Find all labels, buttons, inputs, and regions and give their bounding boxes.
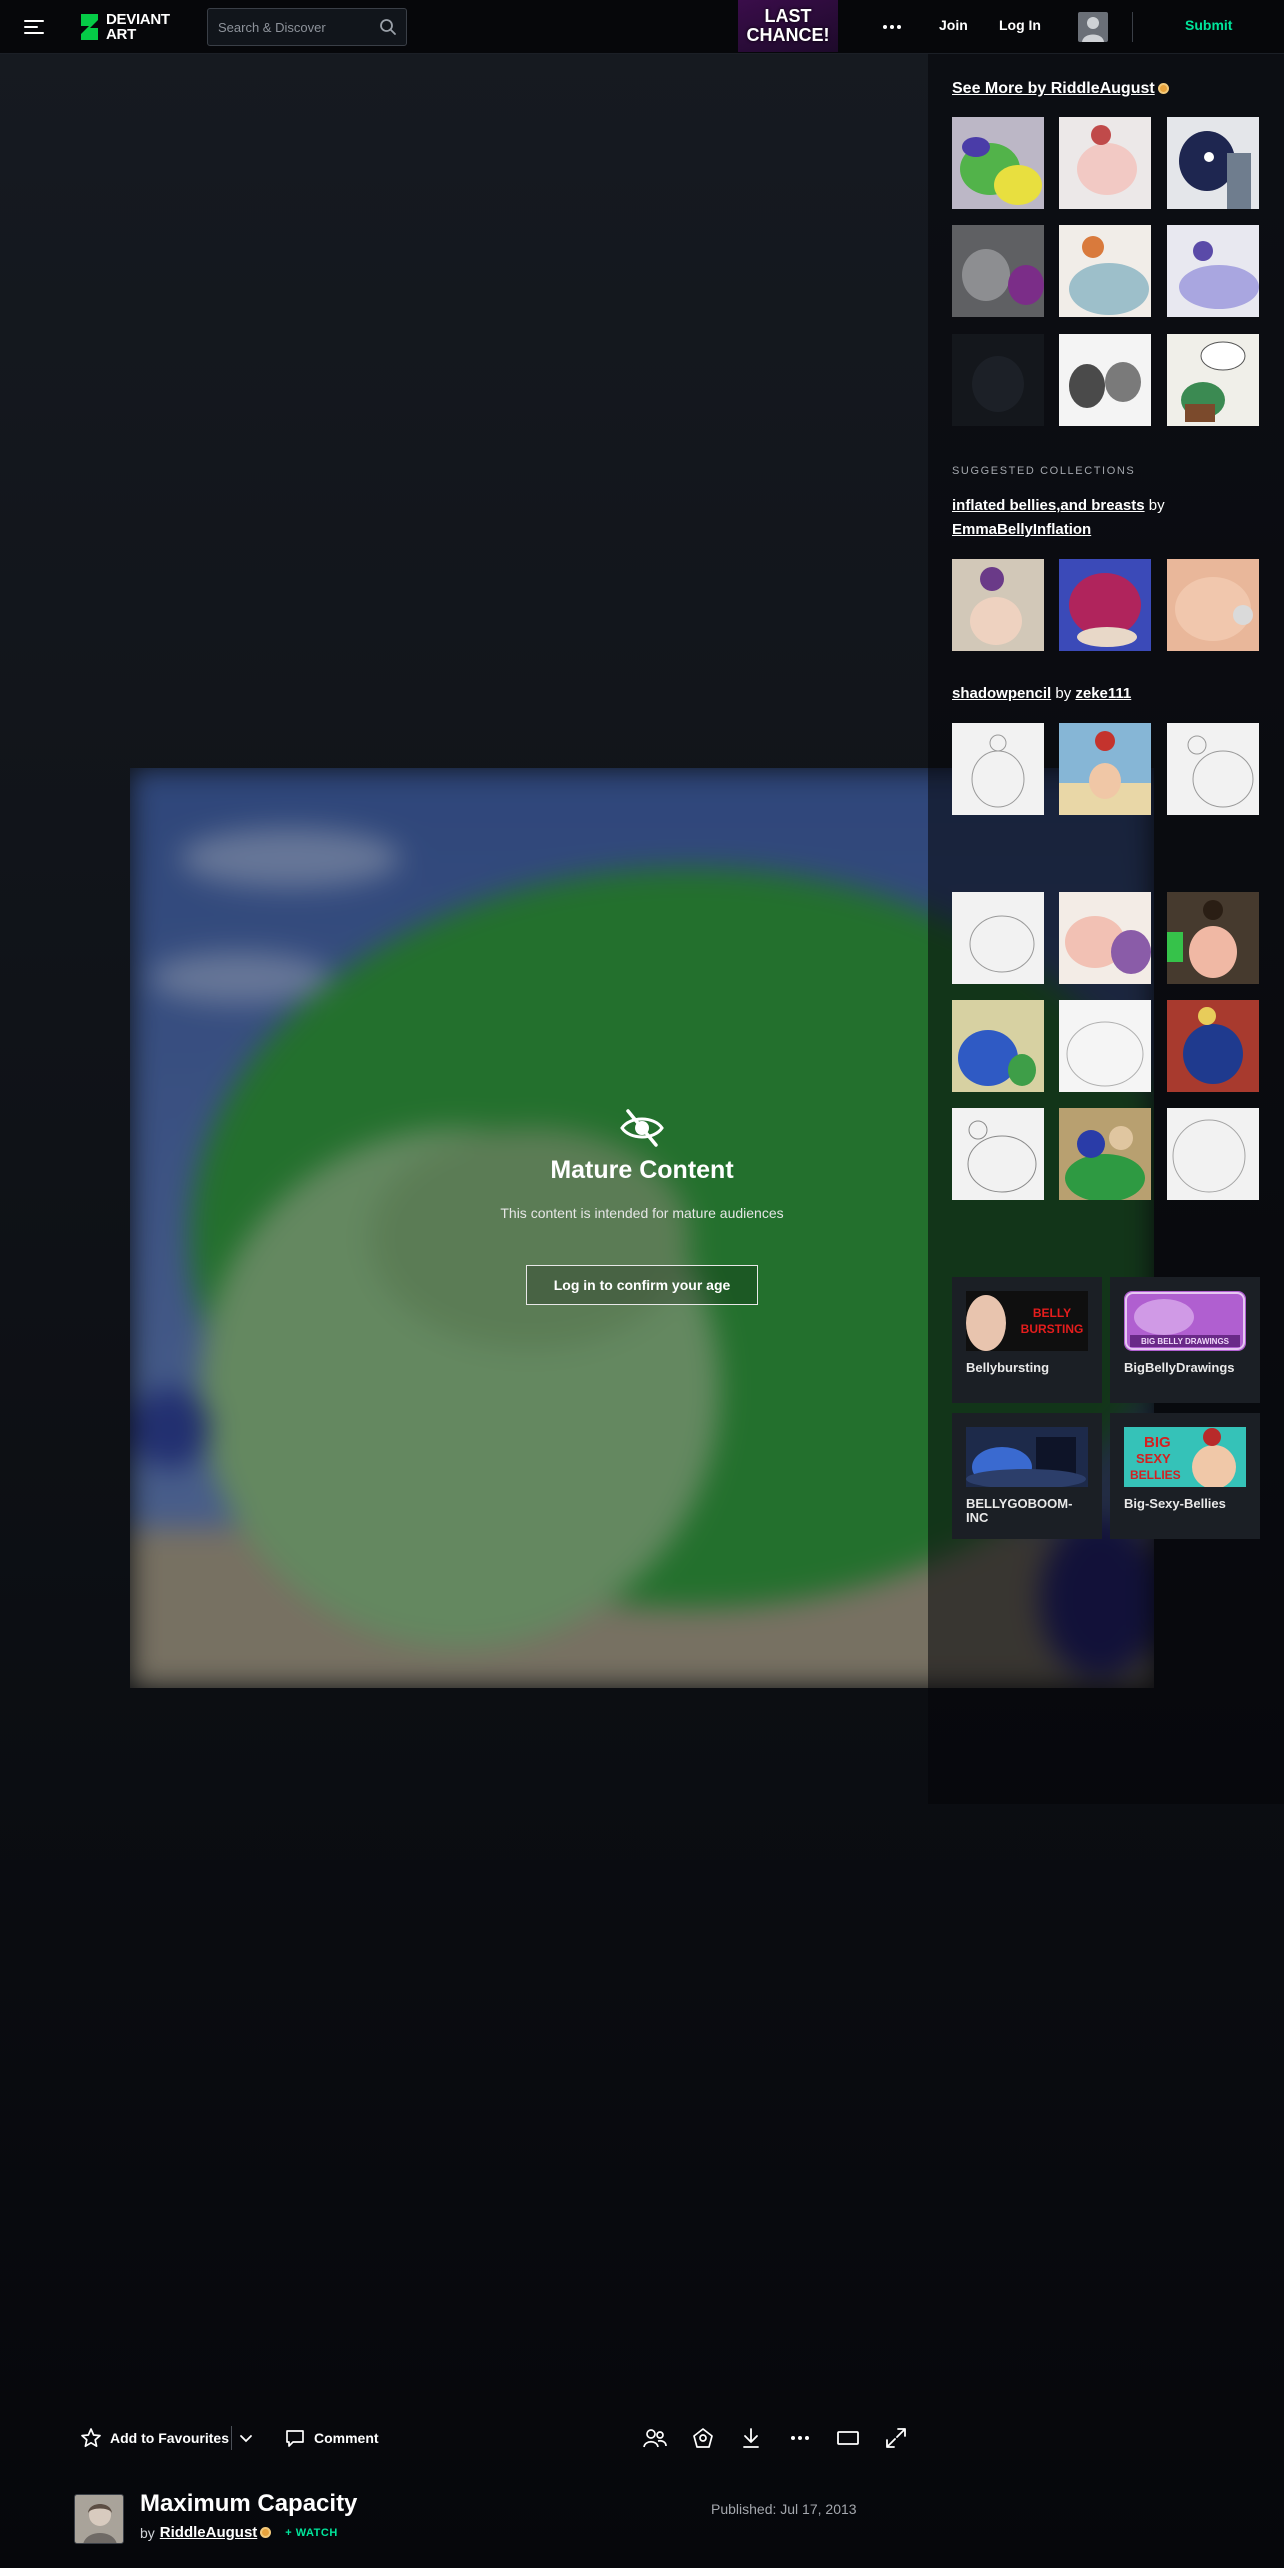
see-more-by-author-link[interactable]: See More by RiddleAugust [952, 80, 1169, 98]
group-thumbnail: BIG BELLY DRAWINGS [1124, 1291, 1246, 1351]
comment-button[interactable]: Comment [284, 2426, 379, 2450]
more-actions-icon[interactable] [788, 2426, 812, 2450]
more-by-thumbnail[interactable] [1059, 117, 1151, 209]
group-card-bellygoboom-inc[interactable]: BELLYGOBOOM-INC [952, 1413, 1102, 1539]
group-thumbnail [966, 1427, 1088, 1487]
collection-thumbnail[interactable] [1167, 892, 1259, 984]
group-card-bigbellydrawings[interactable]: BIG BELLY DRAWINGS BigBellyDrawings [1110, 1277, 1260, 1403]
group-thumb-text: BIG BELLY DRAWINGS [1141, 1337, 1230, 1346]
deviation-byline: by RiddleAugust + WATCH [140, 2524, 338, 2541]
add-to-favourites-label: Add to Favourites [110, 2430, 230, 2446]
share-with-watchers-icon[interactable] [643, 2426, 667, 2450]
more-options-icon[interactable] [880, 16, 904, 38]
more-by-thumbnail[interactable] [952, 117, 1044, 209]
more-by-thumbnail[interactable] [1167, 117, 1259, 209]
user-avatar-placeholder-icon[interactable] [1078, 12, 1108, 42]
hamburger-menu-icon[interactable] [24, 17, 46, 37]
group-name: BigBellyDrawings [1124, 1360, 1235, 1375]
group-thumbnail: BELLY BURSTING [966, 1291, 1088, 1351]
group-thumb-text: BURSTING [1021, 1322, 1084, 1336]
collection-by: by [1148, 497, 1165, 514]
collection-name-link[interactable]: inflated bellies,and breasts [952, 497, 1145, 514]
collection-thumbnail[interactable] [1167, 723, 1259, 815]
collection-author-link[interactable]: EmmaBellyInflation [952, 521, 1091, 538]
core-member-badge-icon [260, 2527, 272, 2538]
topbar-divider [1132, 12, 1133, 42]
logo-line-2: ART [106, 26, 136, 43]
collection-thumbnail[interactable] [1167, 1000, 1259, 1092]
author-avatar[interactable] [74, 2494, 124, 2544]
group-thumb-text: SEXY [1136, 1451, 1171, 1466]
more-by-thumbnail[interactable] [1059, 334, 1151, 426]
deviation-title: Maximum Capacity [140, 2490, 358, 2517]
collection-title: inflated bellies,and breasts by EmmaBell… [952, 494, 1272, 542]
collection-thumbnail[interactable] [952, 559, 1044, 651]
collection-thumbnail[interactable] [1059, 892, 1151, 984]
more-by-thumbnail[interactable] [952, 225, 1044, 317]
more-by-thumbnail[interactable] [1059, 225, 1151, 317]
more-by-thumbnail[interactable] [1167, 334, 1259, 426]
collection-thumbnail[interactable] [1167, 1108, 1259, 1200]
comment-label: Comment [314, 2430, 379, 2446]
byline-by: by [140, 2524, 155, 2541]
author-name-link[interactable]: RiddleAugust [160, 2524, 258, 2541]
chevron-down-icon[interactable] [238, 2430, 254, 2446]
deviation-action-bar: Add to Favourites Comment [0, 2418, 928, 2458]
more-by-thumbnail[interactable] [1167, 225, 1259, 317]
see-more-label: See More by RiddleAugust [952, 80, 1155, 97]
collection-thumbnail[interactable] [1059, 559, 1151, 651]
collection-thumbnail[interactable] [1059, 1108, 1151, 1200]
confirm-age-login-button[interactable]: Log in to confirm your age [526, 1265, 758, 1305]
add-to-favourites-button[interactable]: Add to Favourites [80, 2426, 229, 2450]
collection-thumbnail[interactable] [952, 723, 1044, 815]
eye-slash-icon [620, 1109, 664, 1147]
collection-thumbnail[interactable] [1059, 1000, 1151, 1092]
theatre-mode-icon[interactable] [836, 2426, 860, 2450]
group-thumb-text: BIG [1144, 1434, 1171, 1451]
group-thumb-text: BELLIES [1130, 1468, 1181, 1482]
collection-thumbnail[interactable] [952, 1108, 1044, 1200]
group-card-big-sexy-bellies[interactable]: BIG SEXY BELLIES Big-Sexy-Bellies [1110, 1413, 1260, 1539]
group-name: Big-Sexy-Bellies [1124, 1496, 1226, 1511]
core-member-badge-icon [1157, 83, 1169, 94]
collection-thumbnail[interactable] [1167, 559, 1259, 651]
collection-title: shadowpencil by zeke111 [952, 682, 1272, 706]
collection-by: by [1055, 685, 1072, 702]
logo-text: DEVIANT ART [106, 12, 170, 42]
join-link[interactable]: Join [939, 17, 968, 33]
group-thumbnail: BIG SEXY BELLIES [1124, 1427, 1246, 1487]
deviantart-logo-icon [81, 14, 98, 40]
login-link[interactable]: Log In [999, 17, 1041, 33]
fullscreen-expand-icon[interactable] [884, 2426, 908, 2450]
comment-icon [286, 2430, 304, 2447]
more-by-thumbnail[interactable] [952, 334, 1044, 426]
search-input[interactable] [208, 9, 368, 45]
group-thumb-text: BELLY [1033, 1306, 1071, 1320]
download-icon[interactable] [739, 2426, 763, 2450]
search-icon[interactable] [379, 18, 397, 36]
suggested-collections-label: SUGGESTED COLLECTIONS [952, 465, 1136, 477]
watch-button[interactable]: + WATCH [285, 2527, 338, 2539]
collection-thumbnail[interactable] [1059, 723, 1151, 815]
collection-thumbnail[interactable] [952, 892, 1044, 984]
collection-author-link[interactable]: zeke111 [1075, 685, 1131, 702]
group-card-bellybursting[interactable]: BELLY BURSTING Bellybursting [952, 1277, 1102, 1403]
favourites-divider [231, 2426, 232, 2450]
promo-line-2: CHANCE! [746, 25, 830, 45]
collection-name-link[interactable]: shadowpencil [952, 685, 1051, 702]
collection-thumbnail[interactable] [952, 1000, 1044, 1092]
group-name: BELLYGOBOOM-INC [966, 1496, 1073, 1525]
group-name: Bellybursting [966, 1360, 1050, 1375]
published-date: Published: Jul 17, 2013 [711, 2501, 857, 2517]
logo-line-1: DEVIANT [106, 11, 170, 28]
last-chance-promo-banner[interactable]: LAST CHANCE! [738, 0, 838, 52]
badge-gift-icon[interactable] [691, 2426, 715, 2450]
top-bar: DEVIANT ART LAST CHANCE! Join Log In Sub… [0, 0, 1284, 54]
star-icon [81, 2428, 101, 2448]
deviantart-logo[interactable]: DEVIANT ART [78, 10, 178, 44]
promo-line-1: LAST [764, 6, 812, 26]
search-box [207, 8, 407, 46]
submit-button[interactable]: Submit [1185, 17, 1232, 33]
